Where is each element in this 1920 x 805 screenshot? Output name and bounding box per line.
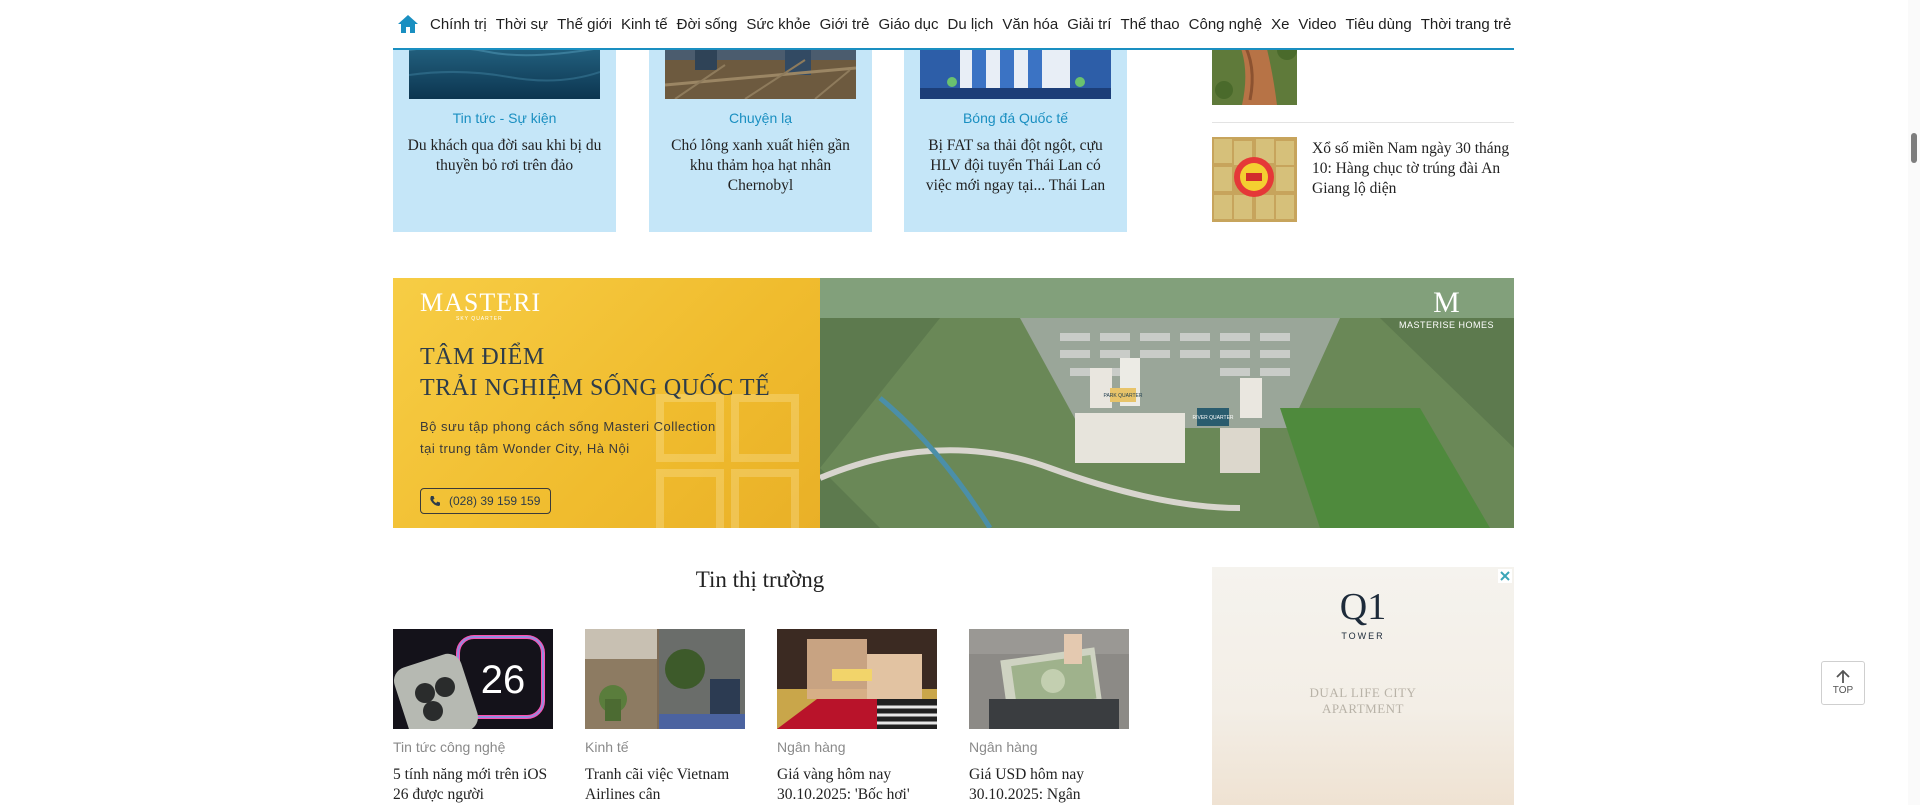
market-title[interactable]: 5 tính năng mới trên iOS 26 được người (393, 765, 553, 805)
scrollbar[interactable] (1908, 0, 1920, 805)
ad-banner[interactable]: MASTERI SKY QUARTER TÂM ĐIỂM TRẢI NGHIỆM… (393, 278, 1514, 528)
phone-number: (028) 39 159 159 (449, 494, 541, 508)
q1-tower-ad[interactable]: Q1 TOWER DUAL LIFE CITY APARTMENT (1212, 567, 1514, 805)
nav-item[interactable]: Du lịch (948, 16, 994, 33)
masteri-logo: MASTERI SKY QUARTER (420, 288, 542, 322)
related-title[interactable]: Chó lông xanh xuất hiện gần khu thảm họa… (661, 136, 860, 196)
side-news-title[interactable]: Xổ số miền Nam ngày 30 tháng 10: Hàng ch… (1312, 139, 1512, 199)
banner-phone-button[interactable]: (028) 39 159 159 (420, 488, 552, 514)
arrow-up-icon (1836, 670, 1850, 683)
banner-text-panel: MASTERI SKY QUARTER TÂM ĐIỂM TRẢI NGHIỆM… (393, 278, 820, 528)
market-category[interactable]: Ngân hàng (777, 739, 937, 755)
banner-description: Bộ sưu tập phong cách sống Masteri Colle… (420, 419, 716, 434)
nav-item[interactable]: Thời sự (496, 16, 548, 33)
related-title[interactable]: Bị FAT sa thải đột ngột, cựu HLV đội tuy… (916, 136, 1115, 196)
ad-tagline: DUAL LIFE CITY (1309, 685, 1417, 700)
market-news-item[interactable]: Ngân hàng Giá USD hôm nay 30.10.2025: Ng… (969, 629, 1129, 805)
nav-item[interactable]: Giải trí (1067, 16, 1111, 33)
scrollbar-thumb[interactable] (1911, 133, 1917, 163)
back-to-top-button[interactable]: TOP (1821, 661, 1865, 705)
banner-aerial-image: PARK QUARTER RIVER QUARTER M MASTERISE H… (818, 278, 1514, 528)
banner-headline: TRẢI NGHIỆM SỐNG QUỐC TẾ (420, 375, 771, 401)
related-title[interactable]: Du khách qua đời sau khi bị du thuyền bỏ… (405, 136, 604, 176)
banner-headline: TÂM ĐIỂM (420, 344, 545, 370)
nav-item[interactable]: Thời trang trẻ (1421, 16, 1512, 33)
related-category[interactable]: Chuyện lạ (649, 110, 872, 126)
q1-logo: Q1 (1339, 586, 1387, 628)
ad-choices-icon[interactable] (1498, 569, 1512, 583)
market-news-item[interactable]: Kinh tế Tranh cãi việc Vietnam Airlines … (585, 629, 745, 805)
market-news-item[interactable]: 26 Tin tức công nghệ 5 tính năng mới trê… (393, 629, 553, 805)
phone-icon (430, 496, 440, 506)
market-category[interactable]: Ngân hàng (969, 739, 1129, 755)
market-title[interactable]: Giá USD hôm nay 30.10.2025: Ngân (969, 765, 1129, 805)
related-card[interactable]: Chuyện lạ Chó lông xanh xuất hiện gần kh… (649, 30, 872, 232)
market-category[interactable]: Tin tức công nghệ (393, 739, 553, 755)
q1-logo-sub: TOWER (1341, 631, 1385, 641)
nav-item[interactable]: Video (1298, 16, 1336, 33)
nav-item[interactable]: Thể thao (1120, 16, 1179, 33)
back-to-top-label: TOP (1832, 685, 1854, 696)
market-news-title[interactable]: Tin thị trường (393, 567, 1127, 593)
related-card[interactable]: Bóng đá Quốc tế Bị FAT sa thải đột ngột,… (904, 30, 1127, 232)
home-icon[interactable] (397, 13, 419, 35)
market-news-item[interactable]: Ngân hàng Giá vàng hôm nay 30.10.2025: '… (777, 629, 937, 805)
market-thumb[interactable] (777, 629, 937, 729)
park-quarter-label: PARK QUARTER (1104, 393, 1143, 399)
related-category[interactable]: Bóng đá Quốc tế (904, 110, 1127, 126)
related-category[interactable]: Tin tức - Sự kiện (393, 110, 616, 126)
nav-items: Chính trị Thời sự Thế giới Kinh tế Đời sống S… (430, 16, 1520, 33)
market-thumb[interactable] (585, 629, 745, 729)
market-category[interactable]: Kinh tế (585, 739, 745, 755)
nav-item[interactable]: Sức khỏe (746, 16, 810, 33)
related-card[interactable]: Tin tức - Sự kiện Du khách qua đời sau k… (393, 30, 616, 232)
nav-item[interactable]: Giới trẻ (820, 16, 870, 33)
ad-tagline: APARTMENT (1322, 701, 1404, 716)
nav-item[interactable]: Thế giới (557, 16, 612, 33)
related-news: Tin tức - Sự kiện Du khách qua đời sau k… (393, 30, 1127, 232)
divider (1212, 122, 1514, 123)
nav-item[interactable]: Tiêu dùng (1346, 16, 1412, 33)
masterise-homes-logo: M MASTERISE HOMES (1398, 286, 1494, 330)
nav-item[interactable]: Văn hóa (1002, 16, 1058, 33)
main-nav: Chính trị Thời sự Thế giới Kinh tế Đời sống S… (393, 0, 1514, 50)
nav-item[interactable]: Chính trị (430, 16, 487, 33)
side-news-thumb[interactable] (1212, 137, 1297, 222)
ios-badge: 26 (481, 658, 526, 702)
banner-description: tại trung tâm Wonder City, Hà Nội (420, 441, 630, 456)
nav-item[interactable]: Công nghệ (1189, 16, 1262, 33)
nav-item[interactable]: Đời sống (677, 16, 738, 33)
nav-item[interactable]: Kinh tế (621, 16, 668, 33)
nav-item[interactable]: Xe (1271, 16, 1289, 33)
nav-item[interactable]: Giáo dục (878, 16, 938, 33)
river-quarter-label: RIVER QUARTER (1192, 415, 1233, 421)
market-title[interactable]: Tranh cãi việc Vietnam Airlines cân (585, 765, 745, 805)
market-title[interactable]: Giá vàng hôm nay 30.10.2025: 'Bốc hơi' (777, 765, 937, 805)
market-thumb[interactable]: 26 (393, 629, 553, 729)
market-thumb[interactable] (969, 629, 1129, 729)
